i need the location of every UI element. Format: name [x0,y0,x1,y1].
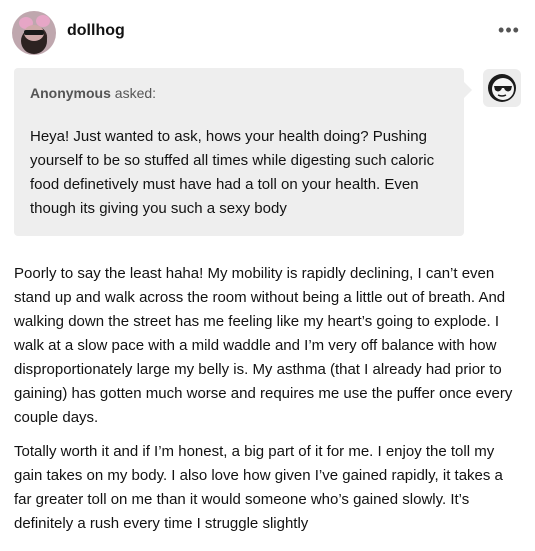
avatar-image [19,15,50,54]
answer-paragraph: Totally worth it and if I’m honest, a bi… [14,443,503,532]
more-dots-icon[interactable]: ••• [497,20,521,40]
answer-paragraph: Poorly to say the least haha! My mobilit… [14,265,513,426]
asker-line: Anonymous asked: [30,85,156,101]
asker-suffix: asked: [110,85,157,101]
asker-name[interactable]: Anonymous [30,85,111,101]
avatar[interactable] [12,11,56,55]
username[interactable]: dollhog [67,22,125,40]
answer-body: Poorly to say the least haha! My mobilit… [14,262,522,546]
anonymous-sunglasses-icon [483,69,521,107]
ask-box: Anonymous asked: Heya! Just wanted to as… [14,68,472,236]
question-text: Heya! Just wanted to ask, hows your heal… [30,128,435,217]
post-header: dollhog ••• [0,0,535,64]
